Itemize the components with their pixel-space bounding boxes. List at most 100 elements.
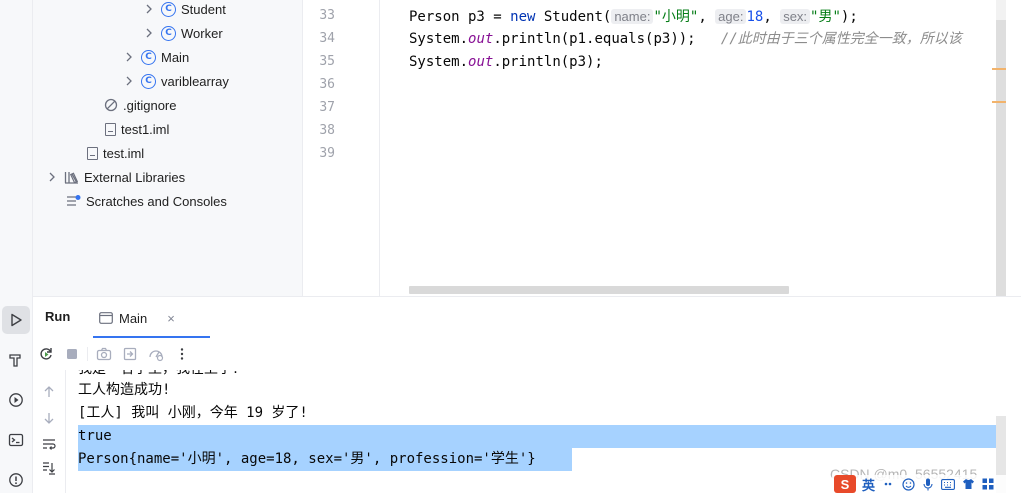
- code-token: p3 =: [459, 9, 511, 25]
- tree-item-test-iml[interactable]: test.iml: [87, 141, 144, 165]
- console-line: true: [78, 428, 112, 444]
- punctuation-icon[interactable]: [881, 477, 895, 491]
- ime-toolbar: S 英: [832, 475, 1021, 493]
- arrow-up-icon[interactable]: [41, 384, 57, 400]
- line-number: 34: [319, 31, 335, 46]
- editor-vertical-scrollbar[interactable]: [996, 20, 1006, 296]
- code-token: ,: [698, 9, 716, 25]
- services-tool-button[interactable]: [2, 386, 30, 414]
- code-string: "男": [810, 9, 841, 25]
- code-line-35: System.out.println(p3);: [409, 51, 603, 74]
- run-tab-main[interactable]: Main ×: [96, 297, 212, 339]
- scroll-to-end-icon[interactable]: [41, 460, 57, 476]
- tree-item-variblearray[interactable]: C variblearray: [122, 69, 229, 93]
- line-number: 36: [319, 77, 335, 92]
- ime-mode-toggle[interactable]: 英: [862, 475, 875, 493]
- chevron-right-icon[interactable]: [142, 26, 156, 40]
- parameter-hint: sex:: [780, 9, 811, 24]
- tree-item-test1-iml[interactable]: test1.iml: [105, 117, 169, 141]
- rerun-icon[interactable]: [38, 346, 54, 362]
- hammer-icon: [9, 354, 21, 367]
- emoji-icon[interactable]: [901, 477, 915, 491]
- code-editor[interactable]: Person p3 = new Student(name: "小明", age: 1…: [381, 0, 996, 296]
- arrow-down-icon[interactable]: [41, 410, 57, 426]
- tree-item-scratches-and-consoles[interactable]: Scratches and Consoles: [66, 189, 227, 213]
- problems-tool-button[interactable]: [2, 466, 30, 493]
- parameter-hint: age:: [715, 9, 747, 24]
- console-side-actions: [33, 370, 66, 493]
- code-token: ,: [763, 9, 781, 25]
- soft-wrap-icon[interactable]: [41, 436, 57, 452]
- camera-icon[interactable]: [96, 346, 112, 362]
- more-options-icon[interactable]: [174, 346, 190, 362]
- scratches-icon: [67, 195, 81, 206]
- tree-item-label: Main: [161, 49, 190, 65]
- code-keyword: new: [510, 9, 536, 25]
- exit-icon[interactable]: [122, 346, 138, 362]
- terminal-tool-button[interactable]: [2, 426, 30, 454]
- chevron-right-icon[interactable]: [45, 170, 59, 184]
- code-token: .println(p1.equals(p3));: [493, 31, 721, 47]
- skin-icon[interactable]: [961, 477, 975, 491]
- build-tool-button[interactable]: [2, 346, 30, 374]
- close-icon[interactable]: ×: [167, 311, 175, 326]
- error-stripe-marker[interactable]: [992, 68, 1006, 70]
- file-icon: [87, 146, 98, 160]
- tree-item-external-libraries[interactable]: External Libraries: [45, 165, 185, 189]
- keyboard-icon[interactable]: [941, 477, 955, 491]
- console-line: 工人构造成功!: [78, 382, 171, 398]
- tree-item-label: .gitignore: [123, 97, 177, 113]
- class-icon: C: [141, 73, 156, 89]
- class-icon: C: [161, 25, 176, 41]
- tree-item-label: Student: [181, 1, 226, 17]
- menu-grid-icon[interactable]: [981, 477, 995, 491]
- services-icon: [9, 393, 23, 407]
- tree-item-main[interactable]: C Main: [122, 45, 189, 69]
- tree-item-student[interactable]: C Student: [142, 0, 226, 21]
- chevron-right-icon[interactable]: [122, 74, 136, 88]
- code-token: System.: [409, 54, 469, 70]
- tree-item-label: test1.iml: [121, 121, 170, 137]
- tree-item-gitignore[interactable]: .gitignore: [104, 93, 176, 117]
- terminal-icon: [8, 433, 24, 447]
- toolbar-separator: [87, 347, 88, 361]
- tree-item-worker[interactable]: C Worker: [142, 21, 223, 45]
- left-tool-strip: [0, 0, 33, 493]
- tree-item-label: Scratches and Consoles: [86, 193, 227, 209]
- line-number: 39: [319, 146, 335, 161]
- chevron-right-icon[interactable]: [142, 2, 156, 16]
- class-icon: C: [141, 49, 156, 65]
- error-stripe-marker[interactable]: [992, 101, 1006, 103]
- selection-highlight: [78, 425, 1006, 448]
- code-token: );: [840, 9, 858, 25]
- editor-horizontal-scrollbar[interactable]: [409, 286, 789, 294]
- console-line: [工人] 我叫 小刚，今年 19 岁了!: [78, 405, 308, 421]
- stop-icon[interactable]: [64, 346, 80, 362]
- line-number: 38: [319, 123, 335, 138]
- run-tool-window-header: Run Main ×: [33, 296, 1021, 339]
- parameter-hint: name:: [611, 9, 654, 24]
- line-number: 37: [319, 100, 335, 115]
- tree-item-label: variblearray: [161, 73, 229, 89]
- code-token: Person: [409, 9, 460, 25]
- code-comment: //此时由于三个属性完全一致，所以该: [720, 31, 962, 47]
- ime-logo-icon[interactable]: S: [834, 475, 856, 493]
- console-line: Person{name='小明', age=18, sex='男', profe…: [78, 451, 536, 467]
- profiler-icon[interactable]: [148, 346, 164, 362]
- run-tab-label: Main: [119, 310, 148, 326]
- chevron-right-icon[interactable]: [122, 50, 136, 64]
- code-static-field: out: [468, 54, 494, 70]
- microphone-icon[interactable]: [921, 477, 935, 491]
- code-line-33: Person p3 = new Student(name: "小明", age: 1…: [409, 5, 858, 28]
- tree-item-label: test.iml: [103, 145, 145, 161]
- code-line-34: System.out.println(p1.equals(p3)); //此时由…: [409, 28, 962, 51]
- editor-gutter: 33 34 35 36 37 38 39: [304, 0, 380, 296]
- project-tree: C Student C Worker C Main C variblearray…: [33, 0, 303, 296]
- ignored-file-icon: [104, 98, 118, 112]
- run-toolbar: [33, 338, 1021, 370]
- run-tool-button[interactable]: [2, 306, 30, 334]
- code-token: System.: [409, 31, 469, 47]
- code-static-field: out: [468, 31, 494, 47]
- line-number: 35: [319, 54, 335, 69]
- problems-icon: [9, 473, 23, 487]
